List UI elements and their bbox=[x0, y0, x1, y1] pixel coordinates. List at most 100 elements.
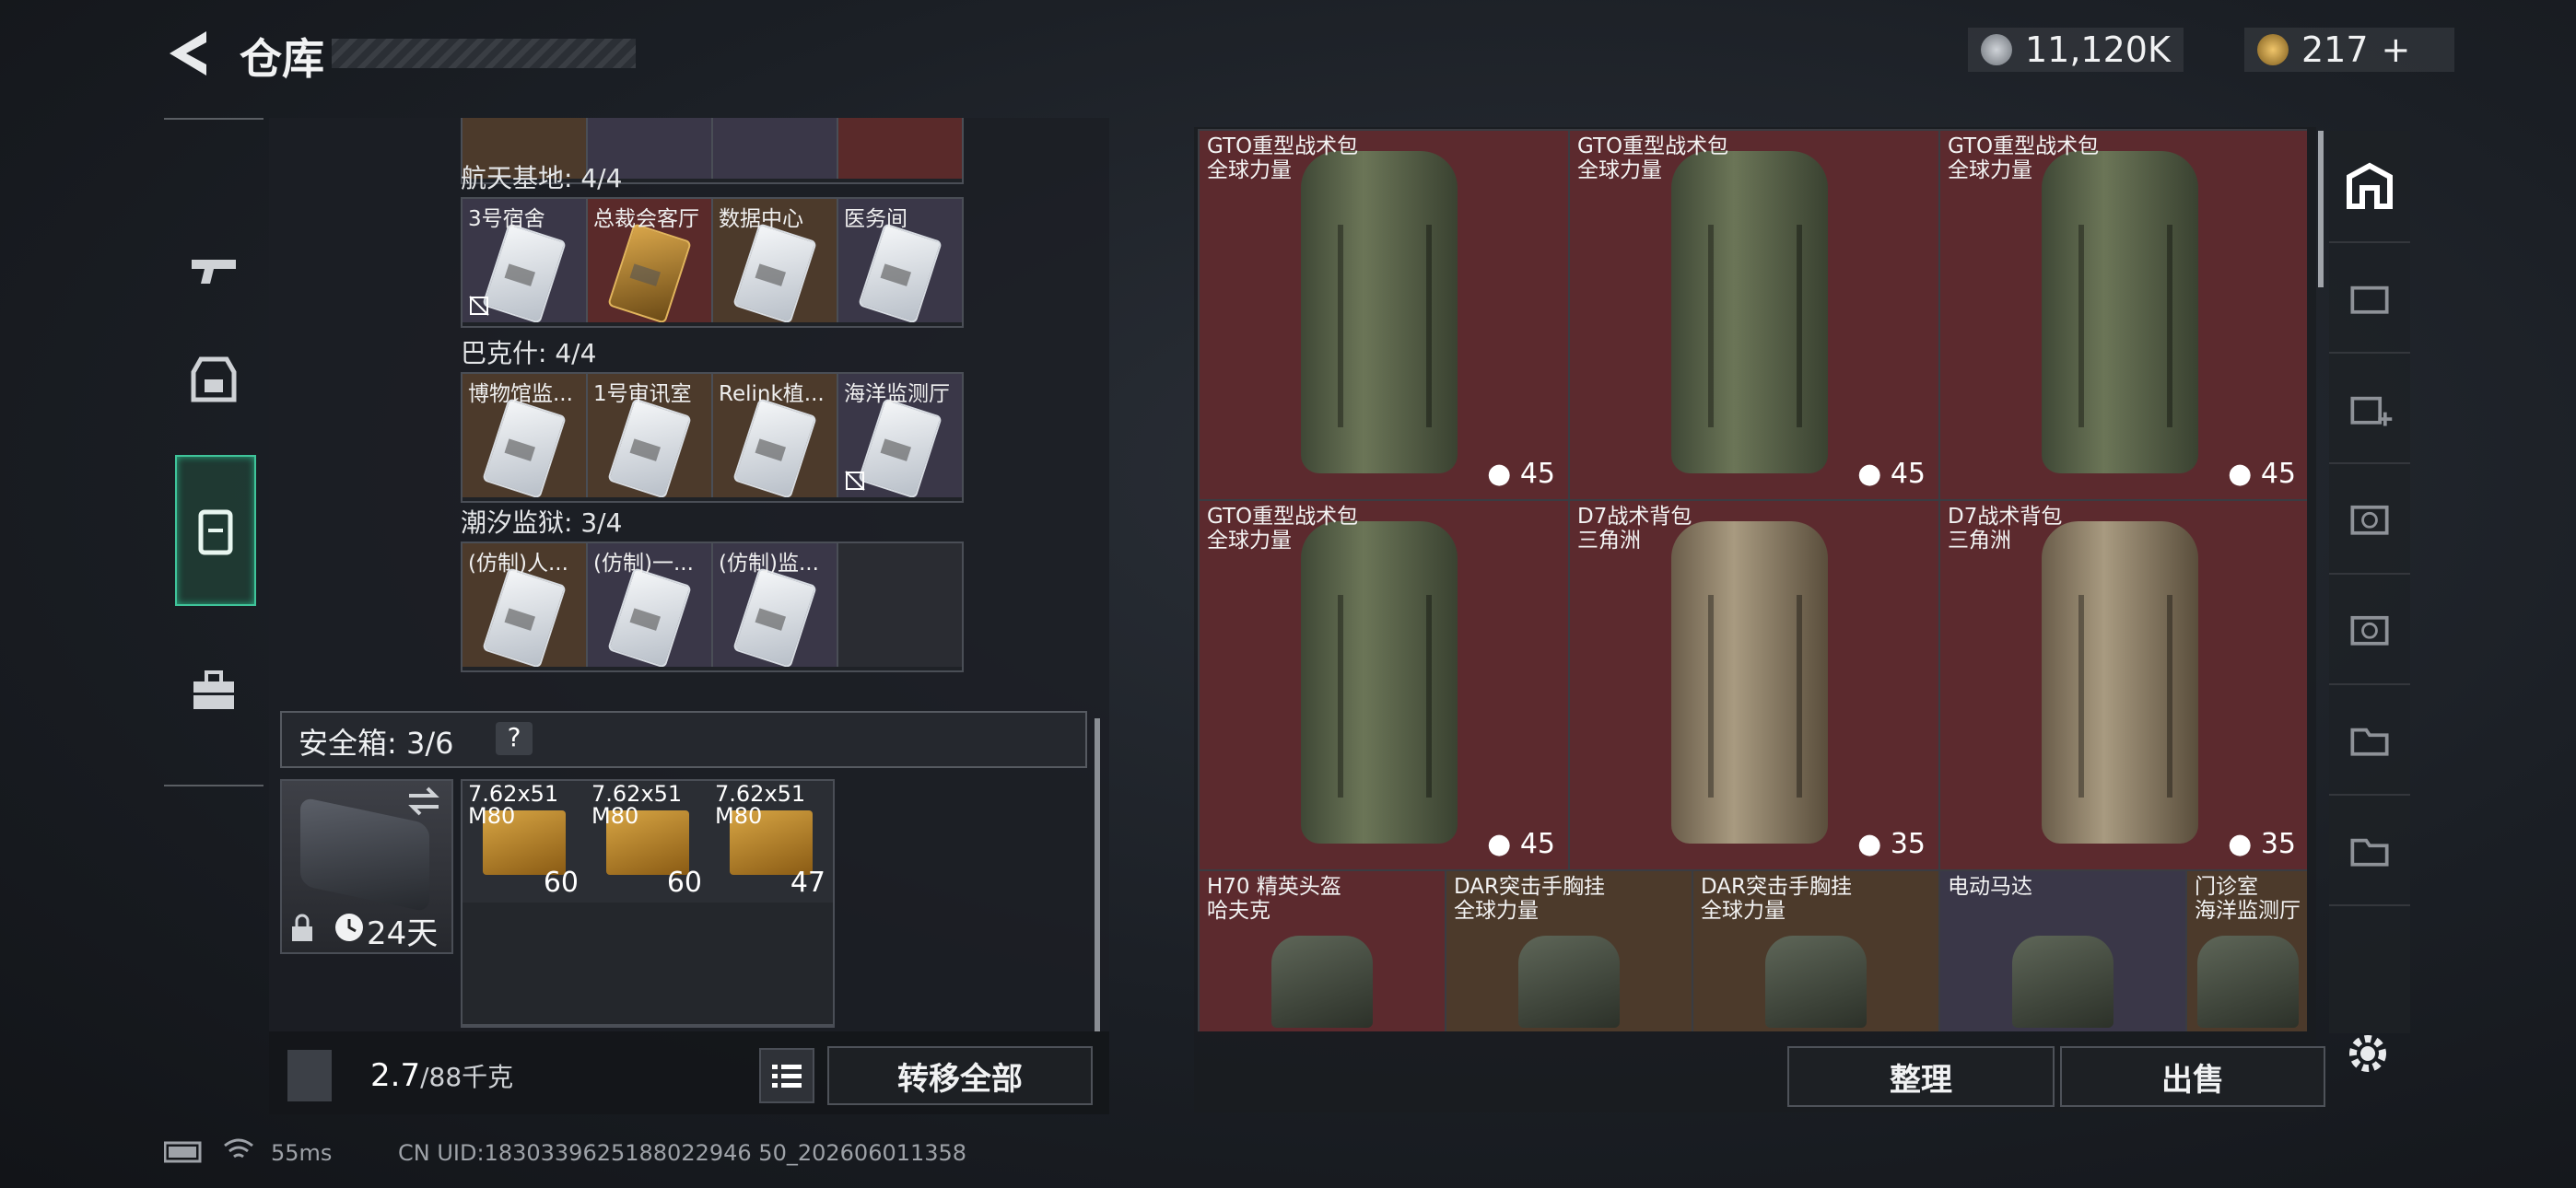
stash-item[interactable]: GTO重型战术包 全球力量 ● 45 bbox=[1198, 499, 1570, 871]
coin-amount: 11,120K bbox=[2025, 29, 2171, 70]
ammo-slot[interactable]: 7.62x51 M80 47 bbox=[709, 781, 833, 904]
item-name-block: GTO重型战术包 全球力量 bbox=[1207, 134, 1358, 182]
key-name: 数据中心 bbox=[719, 207, 803, 231]
no-sell-icon bbox=[845, 471, 865, 491]
key-slot-row: (仿制)人... (仿制)一... (仿制)监... bbox=[461, 542, 964, 672]
folder-icon bbox=[2350, 728, 2389, 756]
stash-item[interactable]: DAR突击手胸挂 全球力量 bbox=[1692, 869, 1940, 1031]
empty-slot[interactable] bbox=[586, 903, 711, 1026]
ammo-count: 60 bbox=[543, 867, 579, 899]
item-name-block: D7战术背包 三角洲 bbox=[1948, 505, 2062, 553]
sell-button[interactable]: 出售 bbox=[2060, 1046, 2325, 1107]
backpack-strap bbox=[2078, 595, 2172, 798]
capacity-value: 35 bbox=[2260, 828, 2296, 860]
ammo-slot[interactable]: 7.62x51 M80 60 bbox=[586, 781, 711, 904]
capacity-icon: ● bbox=[2228, 458, 2261, 490]
item-brand: 全球力量 bbox=[1577, 158, 1662, 182]
key-slot[interactable]: 博物馆监... bbox=[463, 374, 588, 497]
key-slot[interactable]: 海洋监测厅 bbox=[838, 374, 962, 497]
item-capacity: ● 45 bbox=[1487, 828, 1555, 860]
stash-item[interactable]: D7战术背包 三角洲 ● 35 bbox=[1568, 499, 1940, 871]
organize-button[interactable]: 整理 bbox=[1787, 1046, 2055, 1107]
weight-icon bbox=[287, 1050, 332, 1101]
stash-item[interactable]: 电动马达 bbox=[1938, 869, 2187, 1031]
item-name-block: DAR突击手胸挂 全球力量 bbox=[1454, 875, 1605, 923]
nav-weapons[interactable] bbox=[164, 214, 263, 324]
key-slot[interactable] bbox=[838, 543, 962, 667]
nav-backpack[interactable] bbox=[175, 455, 256, 606]
item-image bbox=[1765, 936, 1867, 1028]
stash-page-nav bbox=[2329, 131, 2410, 1033]
item-name-block: H70 精英头盔 哈夫克 bbox=[1207, 875, 1341, 923]
item-name: GTO重型战术包 bbox=[1207, 134, 1359, 158]
key-groups: 航天基地: 4/4 3号宿舍 总裁会客厅 数据中心 医务间 巴克什: 4/4 博物馆监...… bbox=[269, 118, 1109, 698]
stash-tab-6[interactable] bbox=[2329, 573, 2410, 685]
key-slot-row: 3号宿舍 总裁会客厅 数据中心 医务间 bbox=[461, 197, 964, 328]
keycard-image bbox=[732, 223, 817, 322]
key-name: 海洋监测厅 bbox=[844, 382, 950, 406]
key-slot[interactable]: 总裁会客厅 bbox=[588, 199, 713, 322]
safebox-label: 安全箱: 3/6 bbox=[299, 726, 454, 761]
stash-item[interactable]: 门诊室 海洋监测厅 bbox=[2185, 869, 2307, 1031]
stash-item[interactable]: GTO重型战术包 全球力量 ● 45 bbox=[1568, 129, 1940, 501]
nav-toolbox[interactable] bbox=[164, 635, 263, 746]
key-slot[interactable]: 数据中心 bbox=[713, 199, 838, 322]
key-slot[interactable]: 1号审讯室 bbox=[588, 374, 713, 497]
key-name: 总裁会客厅 bbox=[593, 207, 699, 231]
no-sell-icon bbox=[469, 296, 489, 316]
back-arrow-icon[interactable] bbox=[164, 28, 210, 79]
stash-scrollbar[interactable] bbox=[2318, 131, 2324, 287]
item-name-block: DAR突击手胸挂 全球力量 bbox=[1701, 875, 1852, 923]
stash-tab-7[interactable] bbox=[2329, 683, 2410, 796]
key-slot[interactable]: (仿制)一... bbox=[588, 543, 713, 667]
list-view-button[interactable] bbox=[759, 1048, 814, 1103]
backpack-strap bbox=[1708, 595, 1802, 798]
add-currency-button[interactable]: + bbox=[2382, 29, 2411, 70]
key-name: 1号审讯室 bbox=[593, 382, 692, 406]
ammo-slot[interactable]: 7.62x51 M80 60 bbox=[463, 781, 588, 904]
item-name: D7战术背包 bbox=[1948, 505, 2063, 529]
stash-item[interactable]: D7战术背包 三角洲 ● 35 bbox=[1938, 499, 2307, 871]
key-slot[interactable]: (仿制)监... bbox=[713, 543, 838, 667]
item-name-block: 电动马达 bbox=[1948, 875, 2032, 899]
help-button[interactable]: ? bbox=[496, 722, 533, 755]
gear-icon[interactable] bbox=[2342, 1028, 2394, 1079]
keycard-image bbox=[858, 223, 943, 322]
coin-balance[interactable]: 11,120K bbox=[1968, 28, 2184, 72]
nav-armor[interactable] bbox=[164, 324, 263, 435]
premium-coin-icon bbox=[2257, 34, 2289, 65]
stash-item[interactable]: GTO重型战术包 全球力量 ● 45 bbox=[1938, 129, 2307, 501]
item-name-block: GTO重型战术包 全球力量 bbox=[1207, 505, 1358, 553]
stash-item[interactable]: GTO重型战术包 全球力量 ● 45 bbox=[1198, 129, 1570, 501]
page-title: 仓库 bbox=[240, 34, 324, 84]
empty-slot[interactable] bbox=[709, 903, 833, 1026]
stash-item[interactable]: H70 精英头盔 哈夫克 bbox=[1198, 869, 1446, 1031]
premium-balance[interactable]: 217 + bbox=[2244, 28, 2454, 72]
stash-tab-5[interactable] bbox=[2329, 462, 2410, 575]
item-name: D7战术背包 bbox=[1577, 505, 1692, 529]
key-slot[interactable]: 医务间 bbox=[838, 199, 962, 322]
stash-tab-main[interactable] bbox=[2329, 131, 2410, 243]
stash-tab-add[interactable] bbox=[2329, 352, 2410, 464]
swap-icon[interactable] bbox=[405, 785, 442, 818]
transfer-all-button[interactable]: 转移全部 bbox=[827, 1046, 1093, 1105]
key-slot[interactable]: 3号宿舍 bbox=[463, 199, 588, 322]
stash-tab-4[interactable] bbox=[2329, 241, 2410, 354]
item-brand: 全球力量 bbox=[1454, 899, 1539, 923]
empty-slot[interactable] bbox=[463, 903, 588, 1026]
key-slot[interactable] bbox=[838, 118, 962, 179]
key-slot[interactable] bbox=[713, 118, 838, 179]
key-slot[interactable]: (仿制)人... bbox=[463, 543, 588, 667]
stash-item[interactable]: DAR突击手胸挂 全球力量 bbox=[1445, 869, 1693, 1031]
capacity-value: 45 bbox=[1519, 458, 1555, 490]
backpack-image bbox=[1301, 521, 1458, 844]
item-brand: 哈夫克 bbox=[1207, 899, 1270, 923]
item-image bbox=[2197, 936, 2299, 1028]
left-scrollbar[interactable] bbox=[1095, 718, 1100, 1031]
key-slot[interactable]: Relink植... bbox=[713, 374, 838, 497]
item-capacity: ● 45 bbox=[2228, 458, 2296, 490]
stash-tab-8[interactable] bbox=[2329, 794, 2410, 906]
backpack-image bbox=[1301, 151, 1458, 473]
key-group-label: 巴克什: 4/4 bbox=[461, 338, 597, 368]
item-name-block: GTO重型战术包 全球力量 bbox=[1577, 134, 1728, 182]
